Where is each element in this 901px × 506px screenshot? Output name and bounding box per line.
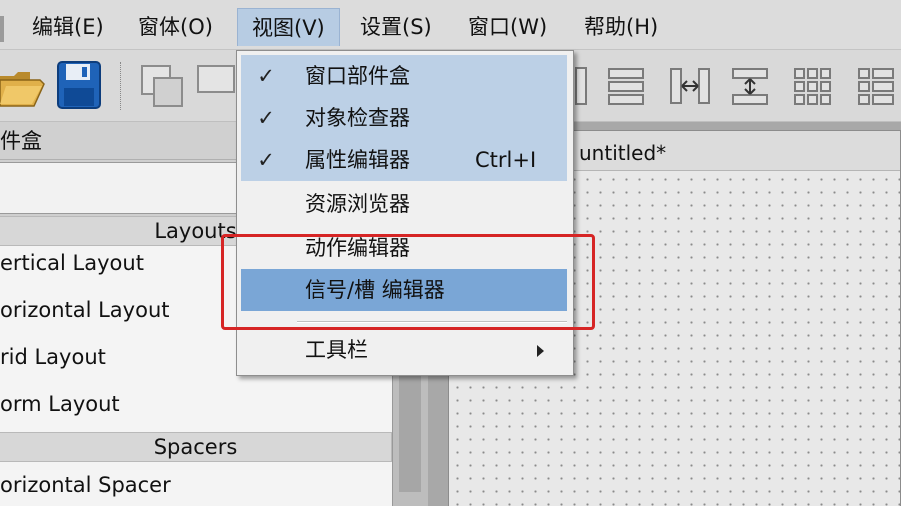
layout-form-icon[interactable] [856,66,896,110]
menu-bar: 编辑(E) 窗体(O) 视图(V) 设置(S) 窗口(W) 帮助(H) [0,0,901,50]
layout-splitter-h-icon[interactable] [668,66,712,110]
layout-grid-icon[interactable] [792,66,832,110]
widget-item[interactable]: orizontal Spacer [0,470,171,500]
check-icon: ✓ [257,106,275,130]
menu-item-label: 对象检查器 [305,106,410,130]
widget-item[interactable]: rid Layout [0,342,106,372]
annotation-highlight-box [221,234,595,330]
menu-edit[interactable]: 编辑(E) [18,8,118,46]
menu-settings[interactable]: 设置(S) [346,8,446,46]
menu-form[interactable]: 窗体(O) [124,8,227,46]
menu-window[interactable]: 窗口(W) [454,8,561,46]
menu-item-label: 属性编辑器 [305,148,410,172]
open-folder-icon[interactable] [0,64,46,114]
menu-help[interactable]: 帮助(H) [570,8,672,46]
submenu-arrow-icon [537,345,544,357]
window-cascade-icon[interactable] [196,64,236,114]
check-icon: ✓ [257,148,275,172]
check-icon: ✓ [257,64,275,88]
widget-item[interactable]: orm Layout [0,389,120,419]
menu-item-label: 工具栏 [305,338,368,362]
toolbar-separator [120,62,123,110]
layout-horizontal-icon[interactable] [606,66,646,110]
menu-item-property-editor[interactable]: ✓ 属性编辑器 Ctrl+I [241,139,567,181]
menu-view[interactable]: 视图(V) [237,8,340,46]
menu-bar-edge [0,16,4,42]
menu-item-resource-browser[interactable]: 资源浏览器 [241,183,567,225]
menu-item-widget-box[interactable]: ✓ 窗口部件盒 [241,55,567,97]
widget-item[interactable]: orizontal Layout [0,295,170,325]
menu-item-toolbars[interactable]: 工具栏 [241,329,567,371]
layout-splitter-v-icon[interactable] [730,66,770,110]
widget-item[interactable]: ertical Layout [0,248,144,278]
layout-vertical-icon[interactable] [574,66,590,110]
category-spacers[interactable]: Spacers [0,432,392,462]
menu-item-object-inspector[interactable]: ✓ 对象检查器 [241,97,567,139]
menu-item-shortcut: Ctrl+I [475,148,537,172]
window-icon[interactable] [140,64,186,114]
save-icon[interactable] [56,60,102,114]
menu-item-label: 资源浏览器 [305,192,410,216]
menu-item-label: 窗口部件盒 [305,64,410,88]
